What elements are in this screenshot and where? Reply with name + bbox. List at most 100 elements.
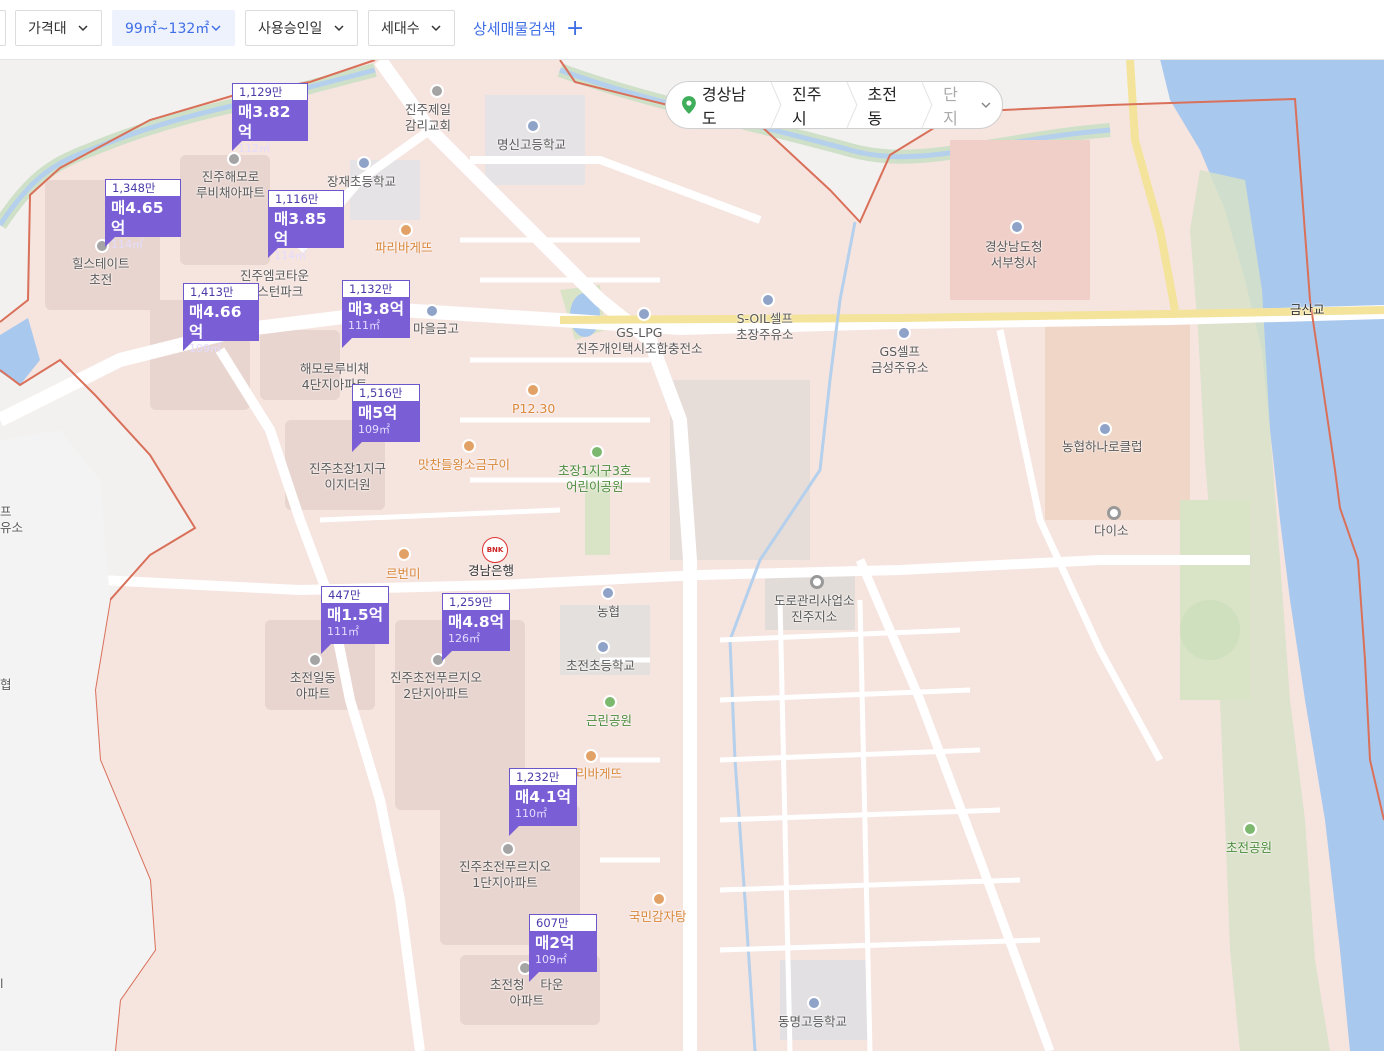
area-filter[interactable]: 99㎡~132㎡ [112, 10, 235, 46]
place-label: 초전일동 아파트 [290, 670, 337, 701]
price-marker[interactable]: 1,116만 매3.85억 114㎡ [268, 190, 344, 262]
breadcrumb-separator [770, 82, 782, 128]
sale-price: 매3.8억 [348, 300, 404, 318]
price-marker[interactable]: 1,232만 매4.1억 110㎡ [509, 768, 577, 836]
place-label: GS셀프 금성주유소 [871, 344, 929, 375]
government-icon [1010, 220, 1024, 234]
park-icon [590, 445, 604, 459]
area-filter-label: 99㎡~132㎡ [125, 21, 210, 37]
marker-tail [105, 237, 115, 247]
marker-tail [442, 651, 452, 661]
marker-tail [529, 972, 539, 982]
place-label: 동명고등학교 [778, 1014, 848, 1029]
price-marker[interactable]: 1,132만 매3.8억 111㎡ [342, 280, 410, 348]
price-per-unit: 1,232만 [509, 768, 577, 785]
region-province[interactable]: 경상남도 [702, 81, 770, 129]
price-filter[interactable]: 가격대 [15, 10, 102, 46]
chevron-down-icon [334, 25, 344, 32]
marker-body: 매4.1억 110㎡ [509, 785, 577, 826]
region-district[interactable]: 초전동 [858, 81, 922, 129]
price-per-unit: 1,132만 [342, 280, 410, 297]
approval-date-filter[interactable]: 사용승인일 [245, 10, 358, 46]
area-size: 114㎡ [111, 238, 143, 251]
school-icon [807, 996, 821, 1010]
park-icon [1243, 822, 1257, 836]
place-label: l [0, 976, 4, 991]
marker-body: 매4.65억 114㎡ [105, 196, 181, 251]
map-canvas[interactable]: 진주제일 감리교회 명신고등학교 장재초등학교 진주해모로 루비채아파트 힐스테이트… [0, 59, 1384, 1051]
apartment-icon [308, 653, 322, 667]
place-label: 르번미 [386, 566, 421, 581]
price-per-unit: 1,129만 [232, 83, 308, 100]
price-per-unit: 607만 [529, 914, 597, 931]
filter-partial[interactable] [0, 10, 6, 46]
place-label: 명신고등학교 [497, 137, 567, 152]
sale-price: 매4.8억 [448, 613, 504, 631]
price-marker[interactable]: 1,348만 매4.65억 114㎡ [105, 179, 181, 251]
marker-tail [268, 248, 278, 258]
bank-icon [425, 304, 439, 318]
mart-icon [1098, 422, 1112, 436]
church-icon [430, 84, 444, 98]
bnk-logo: BNK [482, 537, 508, 563]
bank-icon [601, 586, 615, 600]
restaurant-icon [652, 892, 666, 906]
marker-body: 매4.66억 109㎡ [183, 300, 259, 355]
place-label: 경상남도청 서부청사 [985, 239, 1043, 270]
marker-body: 매3.85억 114㎡ [268, 207, 344, 262]
price-marker[interactable]: 447만 매1.5억 111㎡ [321, 586, 389, 654]
chevron-down-icon [431, 25, 441, 32]
households-label: 세대수 [381, 21, 420, 37]
place-label: 진주해모로 루비채아파트 [196, 169, 266, 200]
price-marker[interactable]: 1,259만 매4.8억 126㎡ [442, 593, 510, 661]
school-icon [526, 119, 540, 133]
price-per-unit: 1,413만 [183, 283, 259, 300]
marker-tail [342, 338, 352, 348]
place-label: 진주초전푸르지오 1단지아파트 [459, 859, 552, 890]
region-complex-dropdown[interactable]: 단지 [933, 81, 1002, 129]
location-pin-icon [682, 96, 696, 114]
apartment-icon [501, 842, 515, 856]
place-label: 초전초등학교 [566, 658, 636, 673]
place-label: 농협 [597, 604, 621, 619]
restaurant-icon [399, 223, 413, 237]
place-label: 진주제일 감리교회 [405, 102, 452, 133]
place-label: 맛찬들왕소금구이 [418, 457, 511, 472]
area-size: 109㎡ [189, 342, 221, 355]
marker-tail [321, 644, 331, 654]
place-label: 초장1지구3호 어린이공원 [558, 463, 632, 494]
gas-station-icon [637, 307, 651, 321]
restaurant-icon [462, 439, 476, 453]
marker-body: 매5억 109㎡ [352, 401, 420, 442]
place-label: 협 [0, 677, 12, 692]
price-marker[interactable]: 1,413만 매4.66억 109㎡ [183, 283, 259, 355]
sale-price: 매5억 [358, 404, 398, 422]
restaurant-icon [397, 547, 411, 561]
area-size: 111㎡ [348, 319, 380, 332]
plus-icon: + [565, 15, 585, 41]
chevron-down-icon [211, 25, 221, 32]
price-marker[interactable]: 1,129만 매3.82억 112㎡ [232, 83, 308, 155]
sale-price: 매4.66억 [189, 303, 242, 341]
place-label: 경남은행 [468, 563, 515, 578]
school-icon [357, 156, 371, 170]
households-filter[interactable]: 세대수 [368, 10, 455, 46]
place-label: 초전청 타운 아파트 [490, 977, 564, 1008]
price-marker[interactable]: 607만 매2억 109㎡ [529, 914, 597, 982]
place-label: 도로관리사업소 진주지소 [774, 593, 855, 624]
region-city[interactable]: 진주시 [782, 81, 846, 129]
area-size: 114㎡ [274, 249, 306, 262]
detail-search-button[interactable]: 상세매물검색 + [473, 15, 585, 41]
area-size: 112㎡ [238, 142, 270, 155]
marker-body: 매3.82억 112㎡ [232, 100, 308, 155]
gas-station-icon [897, 326, 911, 340]
place-label: P12.30 [512, 401, 556, 416]
price-marker[interactable]: 1,516만 매5억 109㎡ [352, 384, 420, 452]
place-label: 장재초등학교 [327, 174, 397, 189]
restaurant-icon [584, 749, 598, 763]
price-per-unit: 1,516만 [352, 384, 420, 401]
marker-body: 매2억 109㎡ [529, 931, 597, 972]
price-per-unit: 447만 [321, 586, 389, 603]
price-per-unit: 1,116만 [268, 190, 344, 207]
school-icon [596, 640, 610, 654]
